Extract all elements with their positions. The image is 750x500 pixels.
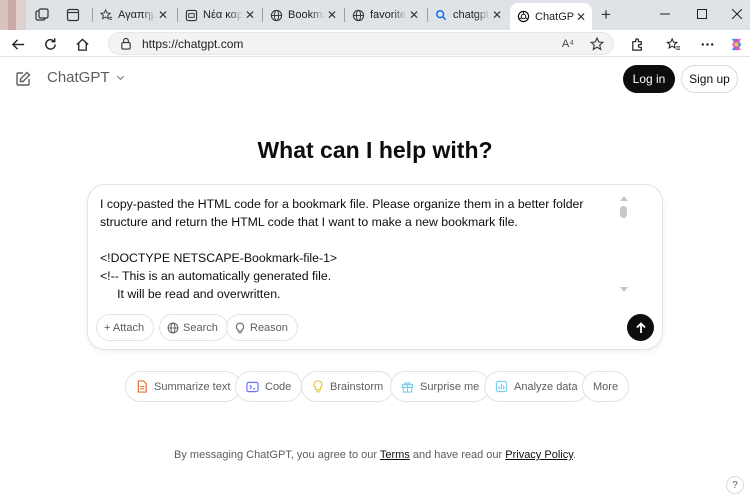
composer-line: It will be read and overwritten. [100, 287, 281, 301]
search-label: Search [183, 321, 218, 334]
suggestion-code[interactable]: Code [235, 371, 303, 402]
document-icon [136, 380, 148, 393]
chart-icon [495, 380, 508, 393]
close-icon[interactable]: ✕ [407, 8, 421, 22]
privacy-policy-link[interactable]: Privacy Policy [505, 449, 573, 461]
profile-thumbnail[interactable] [0, 0, 26, 30]
favorites-icon[interactable] [663, 34, 683, 54]
login-button[interactable]: Log in [623, 65, 675, 93]
search-icon [434, 8, 448, 22]
workspaces-icon[interactable] [33, 6, 51, 24]
composer-line: <!-- This is an automatically generated … [100, 269, 332, 283]
lock-icon[interactable] [118, 36, 134, 52]
message-composer[interactable]: I copy-pasted the HTML code for a bookma… [87, 184, 663, 350]
attach-button[interactable]: + Attach [96, 314, 155, 341]
tab-favorites-search[interactable]: favorites ✕ [344, 3, 425, 27]
close-icon[interactable]: ✕ [325, 8, 339, 22]
tab-title: favorites [370, 9, 407, 21]
tab-title: chatgpt [453, 9, 490, 21]
close-icon[interactable]: ✕ [574, 10, 588, 24]
home-button[interactable] [72, 34, 92, 54]
tab-new-tab[interactable]: Νέα καρτέλα ✕ [177, 3, 261, 27]
window-close-button[interactable] [727, 5, 747, 23]
terms-middle: and have read our [409, 449, 506, 461]
tab-chatgpt-search[interactable]: chatgpt ✕ [427, 3, 508, 27]
suggestion-label: Brainstorm [330, 380, 384, 393]
tab-favorites[interactable]: Αγαπημένα ✕ [92, 3, 174, 27]
composer-text[interactable]: I copy-pasted the HTML code for a bookma… [100, 195, 605, 303]
composer-line: I copy-pasted the HTML code for a bookma… [100, 197, 587, 229]
composer-line: <!DOCTYPE NETSCAPE-Bookmark-file-1> [100, 251, 338, 265]
suggestion-label: Summarize text [154, 380, 231, 393]
tab-title: Αγαπημένα [118, 9, 156, 21]
suggestion-analyze-data[interactable]: Analyze data [484, 371, 589, 402]
terminal-icon [246, 381, 259, 393]
browser-tab-strip: Αγαπημένα ✕ Νέα καρτέλα ✕ Bookmarks ✕ fa… [0, 0, 750, 30]
model-selector[interactable]: ChatGPT [47, 69, 125, 86]
refresh-button[interactable] [40, 34, 60, 54]
close-icon[interactable]: ✕ [243, 8, 257, 22]
suggestion-surprise[interactable]: Surprise me [390, 371, 491, 402]
chevron-down-icon [116, 73, 125, 82]
suggestion-summarize[interactable]: Summarize text [125, 371, 242, 402]
close-icon[interactable]: ✕ [156, 8, 170, 22]
suggestion-label: More [593, 380, 619, 393]
tab-title: Νέα καρτέλα [203, 9, 243, 21]
terms-notice: By messaging ChatGPT, you agree to our T… [0, 449, 750, 461]
lightbulb-icon [234, 322, 246, 334]
page-headline: What can I help with? [257, 137, 493, 163]
suggestion-label: Surprise me [420, 380, 480, 393]
add-favorite-icon[interactable] [590, 36, 604, 51]
close-icon[interactable]: ✕ [490, 8, 504, 22]
scroll-down-arrow[interactable] [620, 287, 628, 292]
send-button[interactable] [627, 314, 654, 341]
extensions-icon[interactable] [627, 34, 647, 54]
tab-title: ChatGPT [535, 10, 574, 23]
attach-label: + Attach [104, 321, 145, 334]
tab-bookmarks[interactable]: Bookmarks ✕ [262, 3, 343, 27]
globe-icon [269, 8, 283, 22]
lightbulb-icon [312, 380, 324, 393]
copilot-icon[interactable] [726, 34, 746, 54]
star-list-icon [99, 8, 113, 22]
newtab-page-icon [184, 8, 198, 22]
gift-icon [401, 380, 414, 393]
address-bar[interactable]: https://chatgpt.com A⁴ [108, 32, 614, 55]
openai-icon [516, 10, 530, 24]
tab-title: Bookmarks [288, 9, 325, 21]
back-button[interactable] [8, 34, 28, 54]
scrollbar-thumb[interactable] [620, 206, 627, 218]
suggestion-brainstorm[interactable]: Brainstorm [301, 371, 395, 402]
composer-line [100, 231, 605, 249]
suggestion-label: Analyze data [514, 380, 578, 393]
reason-button[interactable]: Reason [226, 314, 298, 341]
brand-name: ChatGPT [47, 69, 110, 86]
suggestion-more[interactable]: More [582, 371, 630, 402]
terms-suffix: . [572, 449, 576, 461]
new-tab-button[interactable]: + [596, 6, 616, 24]
url-text[interactable]: https://chatgpt.com [142, 37, 562, 51]
maximize-button[interactable] [692, 5, 712, 23]
scroll-up-arrow[interactable] [620, 196, 628, 201]
minimize-button[interactable] [655, 5, 675, 23]
globe-icon [351, 8, 365, 22]
search-button[interactable]: Search [159, 314, 228, 341]
reason-label: Reason [250, 321, 288, 334]
terms-prefix: By messaging ChatGPT, you agree to our [174, 449, 380, 461]
new-chat-edit-icon[interactable] [14, 70, 32, 88]
help-button[interactable]: ? [726, 476, 744, 494]
tab-chatgpt-active[interactable]: ChatGPT ✕ [510, 3, 592, 30]
browser-toolbar: https://chatgpt.com A⁴ [0, 30, 750, 57]
profile-menu-icon[interactable] [697, 34, 717, 54]
signup-button[interactable]: Sign up [681, 65, 738, 93]
terms-link[interactable]: Terms [380, 449, 410, 461]
globe-icon [167, 322, 179, 334]
tab-actions-icon[interactable] [64, 6, 82, 24]
arrow-up-icon [635, 321, 647, 334]
read-aloud-icon[interactable]: A⁴ [562, 38, 574, 50]
suggestion-label: Code [265, 380, 292, 393]
